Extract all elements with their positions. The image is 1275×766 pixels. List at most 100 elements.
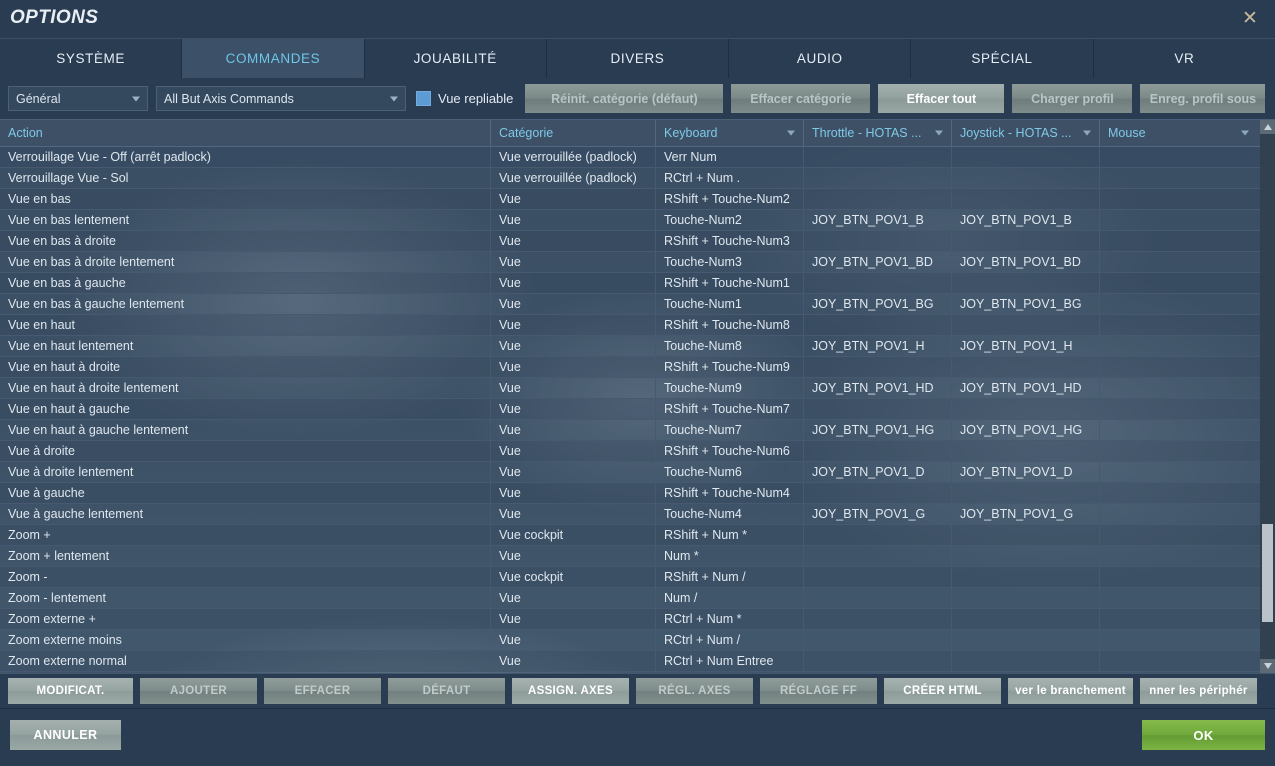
column-header-5[interactable]: Mouse <box>1100 120 1257 146</box>
table-cell[interactable]: JOY_BTN_POV1_BG <box>804 294 952 314</box>
table-cell[interactable] <box>1100 231 1257 251</box>
table-cell[interactable]: RCtrl + Num * <box>656 609 804 629</box>
category-select[interactable]: Général <box>8 86 148 111</box>
column-header-2[interactable]: Keyboard <box>656 120 804 146</box>
table-cell[interactable] <box>804 525 952 545</box>
table-cell[interactable]: Vue en haut <box>0 315 491 335</box>
table-cell[interactable]: Vue à droite <box>0 441 491 461</box>
action-button-0[interactable]: MODIFICAT. <box>8 678 133 704</box>
table-row[interactable]: Vue en haut à droite Vue RShift + Touche-N… <box>0 357 1275 378</box>
table-cell[interactable]: Vue en haut à droite lentement <box>0 378 491 398</box>
table-cell[interactable] <box>1100 546 1257 566</box>
table-cell[interactable] <box>952 357 1100 377</box>
table-cell[interactable]: Vue <box>491 651 656 671</box>
table-cell[interactable]: Zoom externe moins <box>0 630 491 650</box>
table-cell[interactable]: RShift + Touche-Num3 <box>656 231 804 251</box>
table-cell[interactable]: Vue <box>491 399 656 419</box>
tab-commandes[interactable]: COMMANDES <box>182 39 365 78</box>
table-cell[interactable]: Zoom - lentement <box>0 588 491 608</box>
table-cell[interactable]: Vue à gauche lentement <box>0 504 491 524</box>
table-cell[interactable]: RShift + Touche-Num1 <box>656 273 804 293</box>
table-cell[interactable] <box>804 546 952 566</box>
table-cell[interactable] <box>1100 336 1257 356</box>
cancel-button[interactable]: ANNULER <box>10 720 121 750</box>
table-cell[interactable]: RShift + Touche-Num2 <box>656 189 804 209</box>
table-cell[interactable]: Vue en haut à gauche <box>0 399 491 419</box>
table-cell[interactable]: RCtrl + Num . <box>656 168 804 188</box>
table-row[interactable]: Zoom + Vue cockpit RShift + Num * <box>0 525 1275 546</box>
table-cell[interactable]: JOY_BTN_POV1_BD <box>804 252 952 272</box>
command-filter-select[interactable]: All But Axis Commands <box>156 86 406 111</box>
table-cell[interactable] <box>952 546 1100 566</box>
table-row[interactable]: Vue en bas à gauche lentement Vue Touche-N… <box>0 294 1275 315</box>
table-cell[interactable]: Vue <box>491 252 656 272</box>
table-cell[interactable]: Vue <box>491 210 656 230</box>
table-cell[interactable]: Zoom externe normal <box>0 651 491 671</box>
table-row[interactable]: Vue à droite Vue RShift + Touche-Num6 <box>0 441 1275 462</box>
table-row[interactable]: Vue à droite lentement Vue Touche-Num6 JOY_… <box>0 462 1275 483</box>
table-row[interactable]: Vue à gauche lentement Vue Touche-Num4 JOY_… <box>0 504 1275 525</box>
table-row[interactable]: Verrouillage Vue - Off (arrêt padlock) Vu… <box>0 147 1275 168</box>
table-cell[interactable] <box>1100 189 1257 209</box>
table-cell[interactable]: Vue <box>491 546 656 566</box>
table-cell[interactable]: Touche-Num4 <box>656 504 804 524</box>
tab-jouabilit-[interactable]: JOUABILITÉ <box>364 39 547 78</box>
table-cell[interactable] <box>952 315 1100 335</box>
table-cell[interactable]: Vue à gauche <box>0 483 491 503</box>
table-cell[interactable]: Verr Num <box>656 147 804 167</box>
table-cell[interactable]: RShift + Touche-Num6 <box>656 441 804 461</box>
column-header-1[interactable]: Catégorie <box>491 120 656 146</box>
table-cell[interactable] <box>952 441 1100 461</box>
table-row[interactable]: Vue en haut Vue RShift + Touche-Num8 <box>0 315 1275 336</box>
table-cell[interactable]: JOY_BTN_POV1_BG <box>952 294 1100 314</box>
table-cell[interactable]: JOY_BTN_POV1_H <box>804 336 952 356</box>
scroll-up-arrow-icon[interactable] <box>1260 120 1275 134</box>
table-row[interactable]: Zoom - lentement Vue Num / <box>0 588 1275 609</box>
table-cell[interactable]: JOY_BTN_POV1_D <box>952 462 1100 482</box>
action-button-6[interactable]: RÉGLAGE FF <box>760 678 877 704</box>
tab-syst-me[interactable]: SYSTÈME <box>0 39 183 78</box>
action-button-7[interactable]: CRÉER HTML <box>884 678 1001 704</box>
table-cell[interactable]: RShift + Touche-Num9 <box>656 357 804 377</box>
table-cell[interactable] <box>952 651 1100 671</box>
table-cell[interactable]: Vue <box>491 231 656 251</box>
table-row[interactable]: Zoom - Vue cockpit RShift + Num / <box>0 567 1275 588</box>
table-cell[interactable]: Vue <box>491 315 656 335</box>
table-cell[interactable]: Vue verrouillée (padlock) <box>491 147 656 167</box>
table-cell[interactable]: Vue en bas lentement <box>0 210 491 230</box>
table-cell[interactable]: Vue à droite lentement <box>0 462 491 482</box>
table-row[interactable]: Zoom externe + Vue RCtrl + Num * <box>0 609 1275 630</box>
table-cell[interactable]: Vue <box>491 504 656 524</box>
table-cell[interactable] <box>804 168 952 188</box>
table-row[interactable]: Vue à gauche Vue RShift + Touche-Num4 <box>0 483 1275 504</box>
table-cell[interactable]: Vue <box>491 441 656 461</box>
table-cell[interactable] <box>1100 567 1257 587</box>
table-cell[interactable]: RShift + Touche-Num4 <box>656 483 804 503</box>
table-row[interactable]: Zoom externe normal Vue RCtrl + Num Entree <box>0 651 1275 672</box>
scrollbar-thumb[interactable] <box>1262 524 1273 622</box>
table-cell[interactable] <box>1100 294 1257 314</box>
table-cell[interactable]: Vue <box>491 378 656 398</box>
table-row[interactable]: Vue en bas à gauche Vue RShift + Touche-Nu… <box>0 273 1275 294</box>
table-cell[interactable] <box>1100 525 1257 545</box>
table-cell[interactable] <box>1100 420 1257 440</box>
tab-audio[interactable]: AUDIO <box>729 39 912 78</box>
table-cell[interactable] <box>804 189 952 209</box>
table-cell[interactable]: Vue <box>491 588 656 608</box>
table-cell[interactable] <box>804 273 952 293</box>
table-cell[interactable]: Vue <box>491 420 656 440</box>
table-row[interactable]: Verrouillage Vue - Sol Vue verrouillée (p… <box>0 168 1275 189</box>
table-cell[interactable] <box>952 609 1100 629</box>
table-row[interactable]: Vue en haut à gauche lentement Vue Touche-… <box>0 420 1275 441</box>
table-cell[interactable] <box>1100 441 1257 461</box>
table-cell[interactable]: Vue cockpit <box>491 567 656 587</box>
table-cell[interactable]: Num / <box>656 588 804 608</box>
table-cell[interactable]: Vue <box>491 273 656 293</box>
table-cell[interactable] <box>952 168 1100 188</box>
table-cell[interactable] <box>804 651 952 671</box>
table-cell[interactable]: Zoom externe + <box>0 609 491 629</box>
table-cell[interactable] <box>1100 588 1257 608</box>
action-button-4[interactable]: ASSIGN. AXES <box>512 678 629 704</box>
table-cell[interactable]: Vue <box>491 357 656 377</box>
table-cell[interactable] <box>1100 378 1257 398</box>
